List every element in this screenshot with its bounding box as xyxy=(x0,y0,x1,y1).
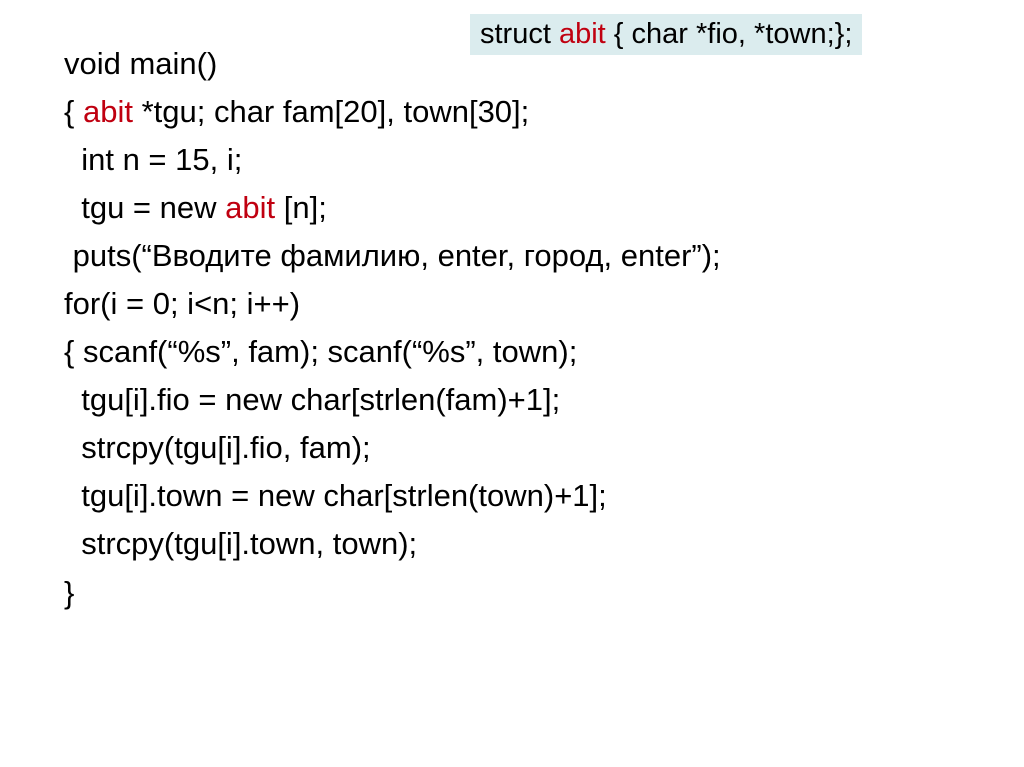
code-line-10: tgu[i].town = new char[strlen(town)+1]; xyxy=(64,478,607,513)
code-block: void main() { abit *tgu; char fam[20], t… xyxy=(64,40,721,617)
code-line-12: } xyxy=(64,575,74,610)
code-line-4a: tgu = new xyxy=(64,190,225,225)
code-line-6: for(i = 0; i<n; i++) xyxy=(64,286,300,321)
code-keyword-abit-2: abit xyxy=(225,190,275,225)
code-line-3: int n = 15, i; xyxy=(64,142,242,177)
code-line-11: strcpy(tgu[i].town, town); xyxy=(64,526,417,561)
code-line-8: tgu[i].fio = new char[strlen(fam)+1]; xyxy=(64,382,560,417)
code-line-1: void main() xyxy=(64,46,217,81)
code-line-5: puts(“Вводите фамилию, enter, город, ent… xyxy=(64,238,721,273)
code-line-2a: { xyxy=(64,94,83,129)
code-line-2b: *tgu; char fam[20], town[30]; xyxy=(133,94,529,129)
code-line-4b: [n]; xyxy=(275,190,335,225)
code-line-7: { scanf(“%s”, fam); scanf(“%s”, town); xyxy=(64,334,577,369)
code-line-9: strcpy(tgu[i].fio, fam); xyxy=(64,430,371,465)
code-keyword-abit-1: abit xyxy=(83,94,133,129)
